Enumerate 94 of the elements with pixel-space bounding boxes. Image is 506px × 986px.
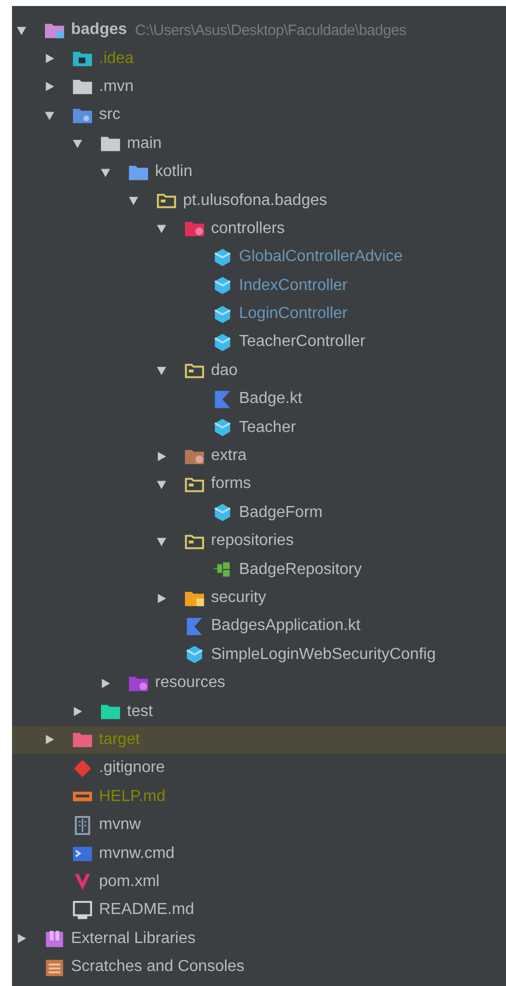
file-name[interactable]: src: [99, 106, 120, 124]
file-name[interactable]: kotlin: [155, 163, 192, 182]
tree-row[interactable]: .mvn: [12, 72, 506, 102]
file-name[interactable]: BadgeRepository: [239, 560, 362, 579]
tree-row[interactable]: Badge.kt: [12, 385, 506, 414]
collapse-arrow-icon[interactable]: [156, 536, 167, 547]
file-name[interactable]: forms: [211, 475, 251, 494]
tree-row[interactable]: README.md: [12, 896, 506, 924]
class-icon: [184, 644, 205, 666]
file-name[interactable]: TeacherController: [239, 333, 366, 352]
kotlin-file-icon: [212, 388, 233, 410]
tree-row[interactable]: controllers: [12, 214, 506, 244]
class-icon: [212, 502, 233, 524]
expand-arrow-icon[interactable]: [100, 678, 111, 689]
file-name[interactable]: GlobalControllerAdvice: [239, 248, 403, 266]
file-name[interactable]: External Libraries: [71, 930, 196, 948]
tree-row[interactable]: BadgeForm: [12, 498, 506, 528]
tree-row[interactable]: repositories: [12, 527, 506, 556]
expand-arrow-icon[interactable]: [72, 706, 83, 718]
tree-row[interactable]: forms: [12, 470, 506, 499]
file-name[interactable]: Badge.kt: [239, 390, 302, 408]
file-name[interactable]: Teacher: [239, 418, 296, 437]
file-name[interactable]: repositories: [211, 532, 294, 550]
tree-row[interactable]: BadgesApplication.kt: [12, 612, 506, 641]
collapse-arrow-icon[interactable]: [44, 110, 55, 121]
collapse-arrow-icon[interactable]: [128, 195, 139, 206]
tree-row[interactable]: Teacher: [12, 413, 506, 442]
tree-row[interactable]: External Libraries: [12, 924, 506, 953]
expand-arrow-icon[interactable]: [44, 81, 55, 92]
collapse-arrow-icon[interactable]: [72, 138, 83, 150]
file-name[interactable]: pom.xml: [99, 872, 160, 891]
class-icon: [212, 332, 233, 353]
file-name[interactable]: IndexController: [239, 276, 348, 295]
expand-arrow-icon[interactable]: [16, 933, 27, 944]
kotlin-file-icon: [184, 616, 205, 637]
file-name[interactable]: controllers: [211, 220, 285, 238]
file-name[interactable]: main: [127, 134, 162, 153]
tree-row[interactable]: test: [12, 697, 506, 726]
text-file-icon: [72, 814, 93, 836]
tree-row[interactable]: Scratches and Consoles: [12, 952, 506, 982]
file-name[interactable]: BadgesApplication.kt: [211, 617, 360, 636]
file-name[interactable]: security: [211, 589, 266, 607]
file-name[interactable]: mvnw.cmd: [99, 844, 175, 863]
tree-row[interactable]: BadgeRepository: [12, 555, 506, 584]
tree-row[interactable]: src: [12, 101, 506, 130]
file-name[interactable]: README.md: [99, 901, 194, 920]
tree-row[interactable]: IndexController: [12, 272, 506, 300]
collapse-arrow-icon[interactable]: [156, 365, 167, 376]
file-name[interactable]: test: [127, 702, 153, 721]
collapse-arrow-icon[interactable]: [100, 166, 111, 178]
class-icon: [212, 246, 233, 268]
file-name[interactable]: dao: [211, 362, 238, 380]
file-name[interactable]: .gitignore: [99, 759, 165, 778]
expand-arrow-icon[interactable]: [156, 592, 167, 604]
collapse-arrow-icon[interactable]: [16, 24, 27, 36]
tree-row[interactable]: mvnw: [12, 810, 506, 840]
tree-row[interactable]: resources: [12, 668, 506, 698]
library-icon: [44, 928, 65, 950]
file-name[interactable]: extra: [211, 447, 247, 466]
git-icon: [72, 758, 93, 779]
tree-row[interactable]: LoginController: [12, 300, 506, 328]
tree-row[interactable]: pom.xml: [12, 868, 506, 896]
file-name[interactable]: resources: [155, 674, 226, 692]
class-icon: [212, 275, 233, 296]
tree-row[interactable]: security: [12, 584, 506, 612]
class-icon: [212, 417, 233, 438]
maven-icon: [72, 871, 93, 892]
tree-row[interactable]: kotlin: [12, 158, 506, 186]
file-name[interactable]: Scratches and Consoles: [71, 958, 244, 976]
expand-arrow-icon[interactable]: [156, 450, 167, 462]
tree-row[interactable]: .gitignore: [12, 754, 506, 783]
tree-row[interactable]: mvnw.cmd: [12, 839, 506, 868]
tree-row[interactable]: dao: [12, 356, 506, 386]
monitor-icon: [72, 900, 93, 921]
collapse-arrow-icon[interactable]: [156, 478, 167, 490]
file-name[interactable]: LoginController: [239, 305, 348, 324]
tree-row[interactable]: main: [12, 130, 506, 158]
expand-arrow-icon[interactable]: [44, 53, 55, 64]
file-name[interactable]: badges: [71, 21, 128, 40]
tree-row[interactable]: TeacherController: [12, 328, 506, 357]
file-name[interactable]: BadgeForm: [239, 504, 323, 522]
file-name[interactable]: mvnw: [99, 816, 141, 834]
file-name[interactable]: pt.ulusofona.badges: [183, 192, 328, 210]
class-icon: [212, 304, 233, 325]
tree-row[interactable]: SimpleLoginWebSecurityConfig: [12, 640, 506, 669]
tree-row[interactable]: badges C:\Users\Asus\Desktop\Faculdade\badges: [12, 16, 506, 44]
tree-row[interactable]: pt.ulusofona.badges: [12, 186, 506, 215]
file-path: C:\Users\Asus\Desktop\Faculdade\badges: [135, 22, 406, 39]
tree-row[interactable]: GlobalControllerAdvice: [12, 243, 506, 272]
collapse-arrow-icon[interactable]: [156, 223, 167, 234]
expand-arrow-icon[interactable]: [44, 734, 55, 746]
file-name[interactable]: .mvn: [99, 78, 134, 96]
file-name[interactable]: SimpleLoginWebSecurityConfig: [211, 646, 436, 664]
tree-row[interactable]: extra: [12, 442, 506, 470]
